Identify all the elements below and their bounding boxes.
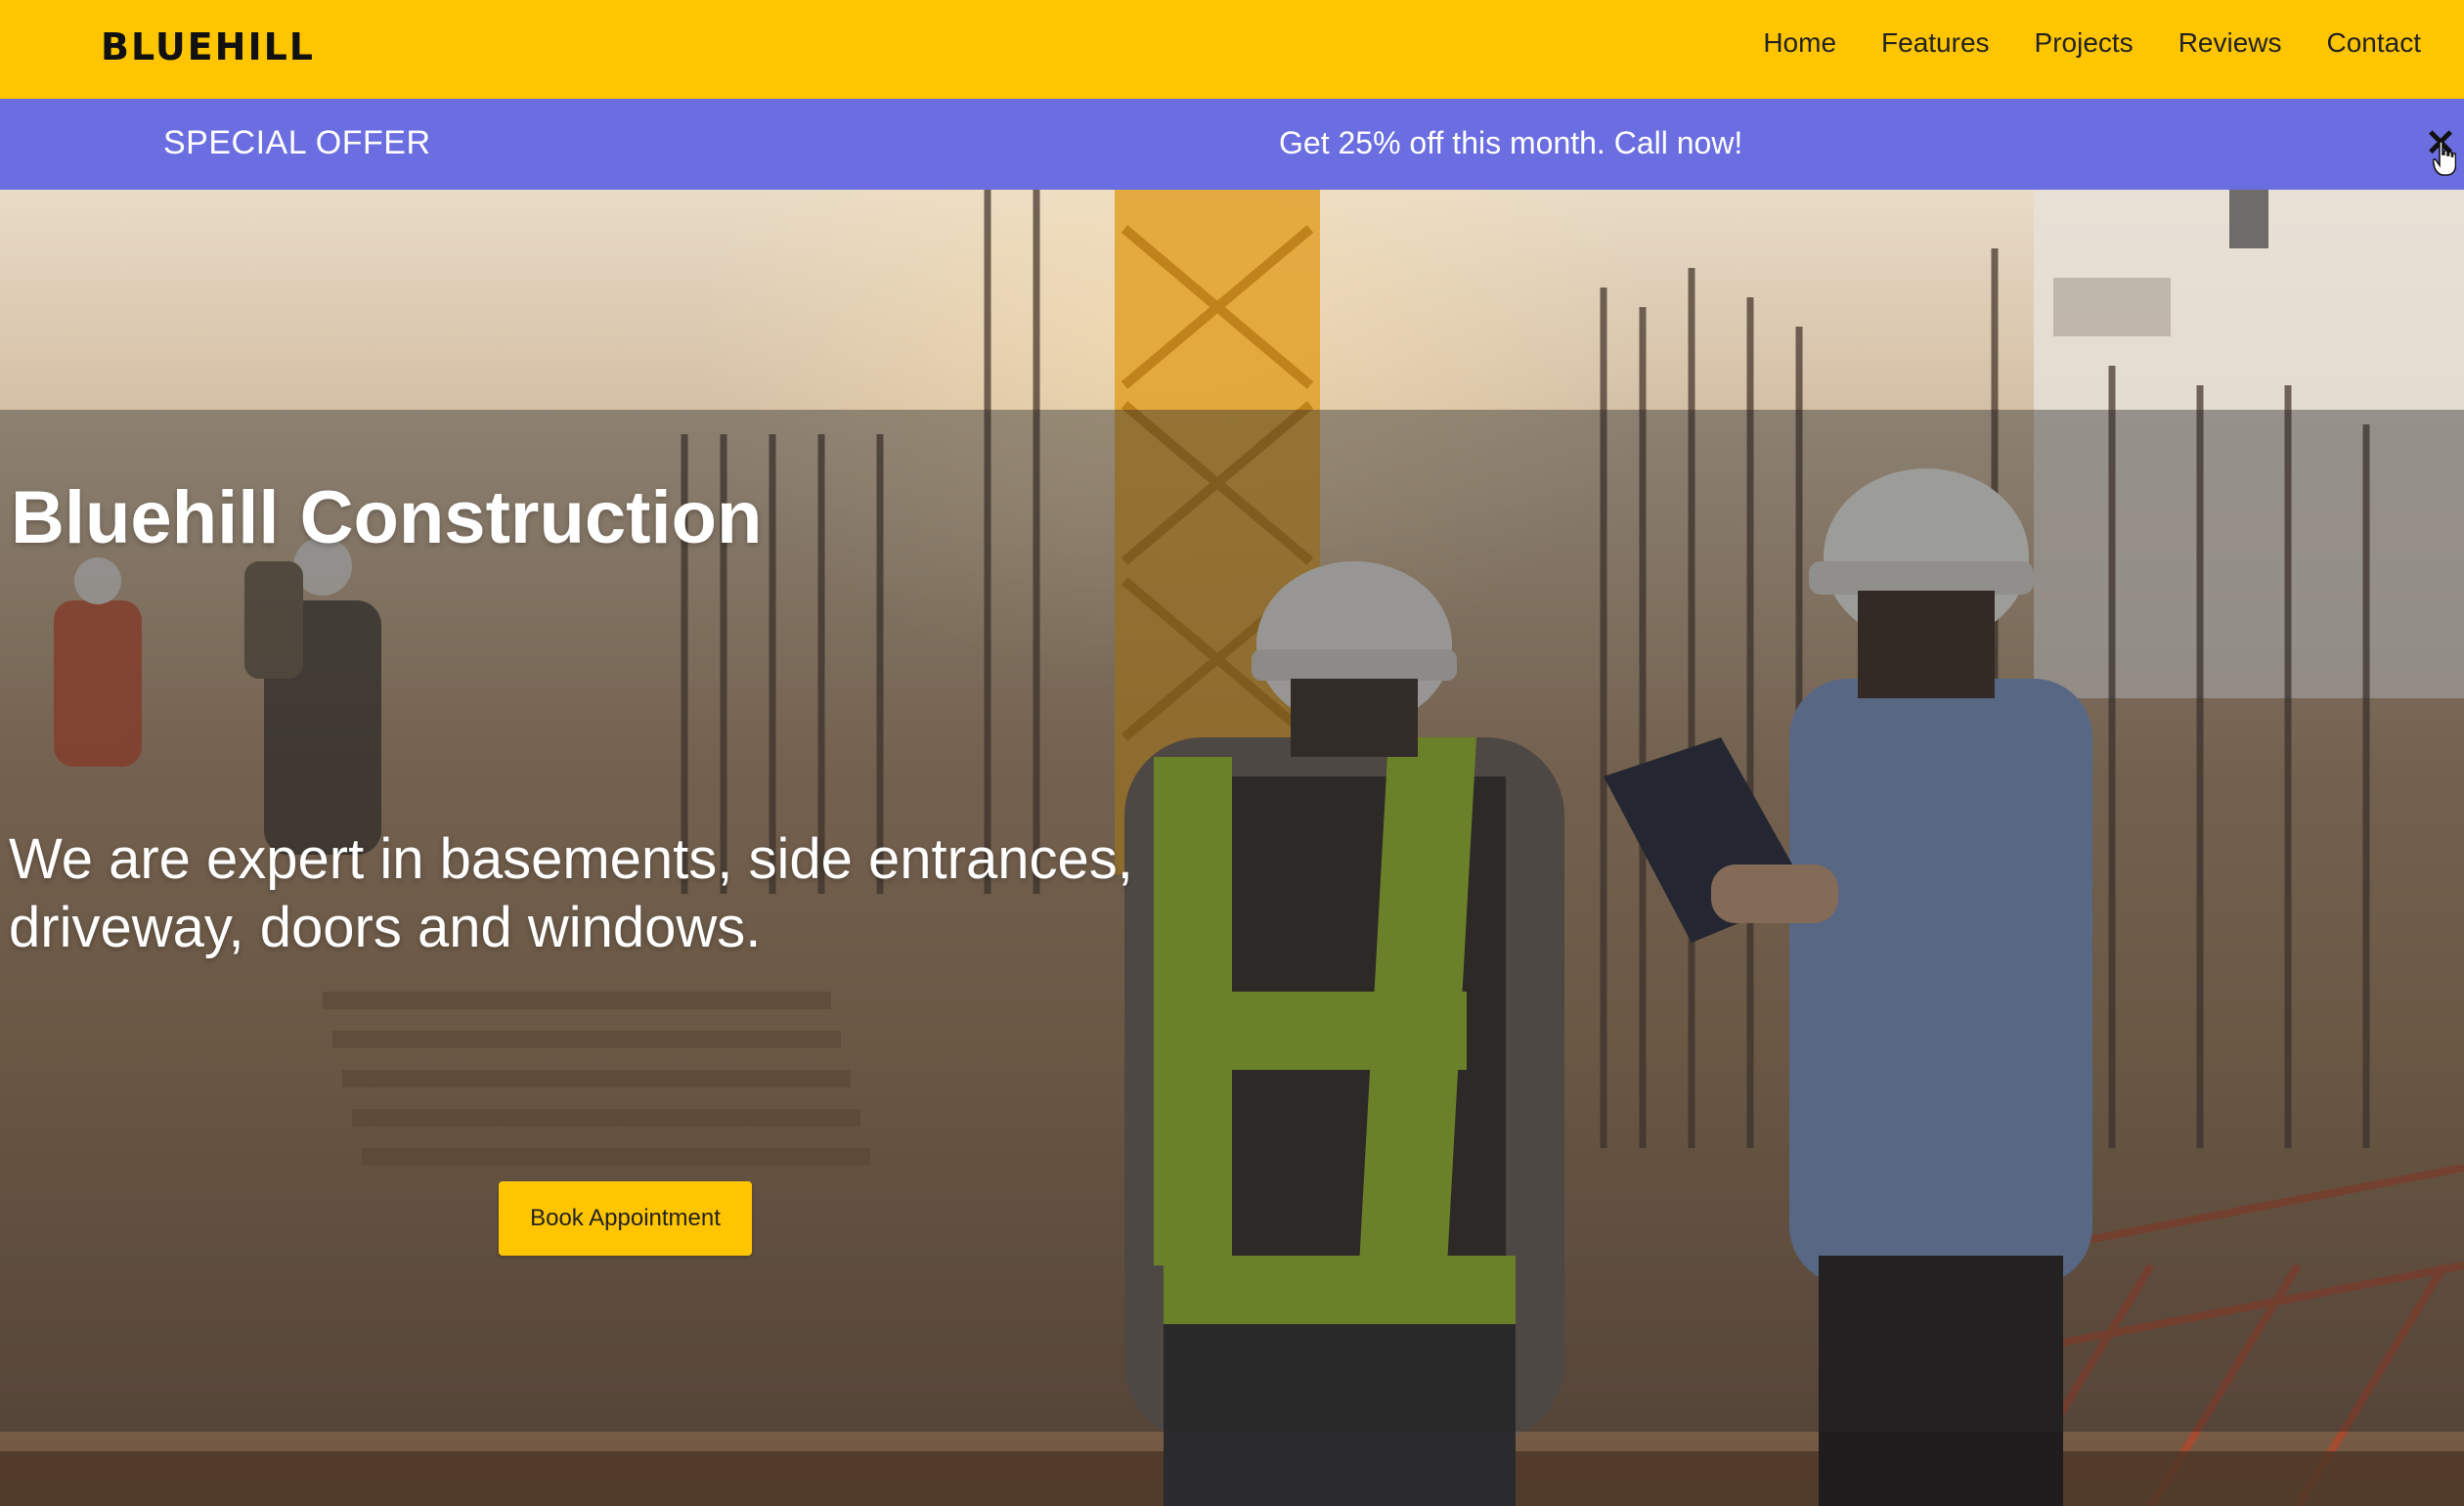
- top-navbar: BLUEHILL Home Features Projects Reviews …: [0, 0, 2464, 99]
- special-offer-banner: SPECIAL OFFER Get 25% off this month. Ca…: [0, 99, 2464, 190]
- nav-reviews-link[interactable]: Reviews: [2178, 27, 2282, 59]
- main-nav: Home Features Projects Reviews Contact: [1763, 27, 2421, 59]
- nav-home-link[interactable]: Home: [1763, 27, 1836, 59]
- book-appointment-button[interactable]: Book Appointment: [499, 1181, 752, 1256]
- hero-title: Bluehill Construction: [11, 476, 763, 559]
- offer-message: Get 25% off this month. Call now!: [1279, 125, 1743, 160]
- hero-section: Bluehill Construction We are expert in b…: [0, 190, 2464, 1506]
- brand-logo[interactable]: BLUEHILL: [101, 25, 315, 68]
- hand-cursor-icon: [2433, 141, 2456, 176]
- offer-label: SPECIAL OFFER: [163, 124, 431, 161]
- nav-projects-link[interactable]: Projects: [2035, 27, 2134, 59]
- nav-features-link[interactable]: Features: [1881, 27, 1990, 59]
- hero-subtitle: We are expert in basements, side entranc…: [9, 827, 1133, 959]
- nav-contact-link[interactable]: Contact: [2327, 27, 2422, 59]
